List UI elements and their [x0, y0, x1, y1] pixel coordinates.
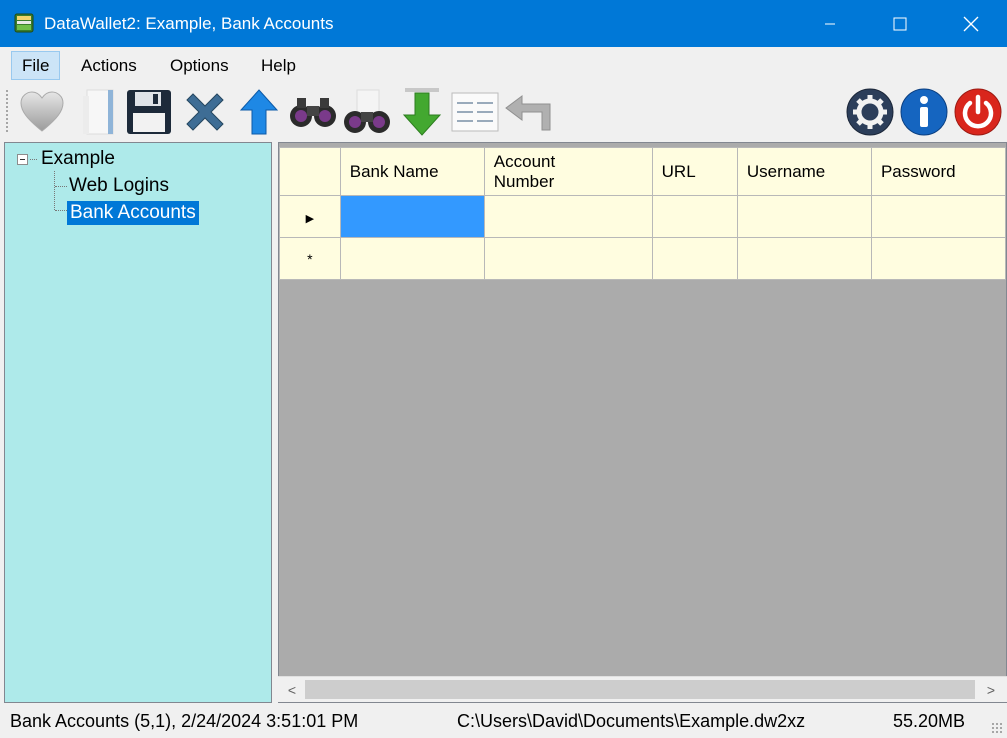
column-header-url[interactable]: URL — [651, 147, 738, 196]
resize-grip[interactable] — [991, 722, 1003, 734]
arrow-up-icon — [239, 89, 279, 135]
status-bar: Bank Accounts (5,1), 2/24/2024 3:51:01 P… — [0, 705, 1007, 738]
new-row-asterisk-icon: * — [307, 250, 313, 267]
title-bar[interactable]: DataWallet2: Example, Bank Accounts — [0, 0, 1007, 47]
column-header-password[interactable]: Password — [870, 147, 1006, 196]
move-up-button[interactable] — [234, 87, 284, 137]
new-document-button[interactable] — [72, 87, 122, 137]
datawallet-app-icon — [14, 13, 34, 33]
power-icon — [954, 88, 1002, 136]
binoculars-next-icon — [344, 89, 390, 133]
arrow-down-icon — [402, 88, 442, 136]
cell-account-number[interactable] — [483, 237, 653, 280]
status-file-path: C:\Users\David\Documents\Example.dw2xz — [457, 711, 806, 731]
cell-bank-name[interactable] — [339, 195, 485, 238]
cell-username[interactable] — [736, 195, 872, 238]
new-document-icon — [83, 89, 114, 135]
tree-node-example[interactable]: Example — [38, 147, 118, 171]
exit-button[interactable] — [953, 87, 1003, 137]
info-button[interactable] — [899, 87, 949, 137]
find-next-button[interactable] — [342, 87, 392, 137]
menu-help[interactable]: Help — [250, 51, 307, 80]
info-icon — [900, 88, 948, 136]
menu-actions[interactable]: Actions — [70, 51, 148, 80]
cell-bank-name[interactable] — [339, 237, 485, 280]
corner-header[interactable] — [279, 147, 341, 196]
cell-username[interactable] — [736, 237, 872, 280]
download-button[interactable] — [397, 87, 447, 137]
menu-file[interactable]: File — [11, 51, 61, 80]
heart-icon — [20, 91, 64, 132]
scroll-right-arrow[interactable]: > — [981, 681, 1001, 699]
maximize-button[interactable] — [865, 0, 935, 47]
cell-password[interactable] — [870, 237, 1006, 280]
binoculars-icon — [290, 98, 336, 127]
column-header-account-line1: Account — [493, 151, 556, 171]
category-tree[interactable]: Example Web Logins Bank Accounts — [4, 142, 272, 703]
toolbar — [0, 83, 1007, 140]
gear-icon — [846, 88, 894, 136]
settings-button[interactable] — [845, 87, 895, 137]
horizontal-scrollbar[interactable]: < > — [278, 676, 1007, 702]
data-grid[interactable]: Bank Name Account Number URL Username Pa… — [278, 142, 1007, 703]
tree-connector — [55, 210, 67, 211]
scroll-thumb[interactable] — [305, 680, 975, 699]
list-view-icon — [451, 92, 499, 132]
delete-x-icon — [186, 93, 224, 131]
cell-account-number[interactable] — [483, 195, 653, 238]
collapse-toggle[interactable] — [17, 154, 28, 165]
favorite-button[interactable] — [17, 87, 67, 137]
scroll-left-arrow[interactable]: < — [282, 681, 302, 699]
list-view-button[interactable] — [450, 87, 500, 137]
close-icon — [963, 16, 979, 31]
table-row: ▶ — [279, 195, 1006, 238]
maximize-icon — [893, 17, 907, 30]
delete-button[interactable] — [180, 87, 230, 137]
tree-node-bank-accounts[interactable]: Bank Accounts — [67, 201, 199, 225]
menu-options[interactable]: Options — [159, 51, 240, 80]
status-location: Bank Accounts (5,1), 2/24/2024 3:51:01 P… — [10, 711, 359, 731]
menu-bar: File Actions Options Help — [0, 47, 1007, 83]
row-header-current[interactable]: ▶ — [279, 195, 341, 238]
close-button[interactable] — [936, 0, 1006, 47]
column-header-username[interactable]: Username — [736, 147, 872, 196]
undo-button[interactable] — [503, 87, 553, 137]
header-row: Bank Name Account Number URL Username Pa… — [279, 147, 1006, 196]
cell-url[interactable] — [651, 237, 738, 280]
minimize-button[interactable] — [795, 0, 865, 47]
tree-node-web-logins[interactable]: Web Logins — [66, 174, 172, 198]
grid-table: Bank Name Account Number URL Username Pa… — [279, 147, 1006, 280]
current-row-arrow-icon: ▶ — [305, 212, 315, 225]
column-header-account-line2: Number — [493, 171, 555, 191]
cell-url[interactable] — [651, 195, 738, 238]
save-button[interactable] — [124, 87, 174, 137]
row-header-new[interactable]: * — [279, 237, 341, 280]
tree-connector — [30, 159, 37, 160]
minimize-icon — [825, 23, 835, 24]
table-row-new: * — [279, 237, 1006, 280]
status-file-size: 55.20MB — [893, 711, 966, 731]
window-title: DataWallet2: Example, Bank Accounts — [44, 14, 334, 33]
cell-password[interactable] — [870, 195, 1006, 238]
undo-arrow-icon — [505, 95, 551, 131]
find-button[interactable] — [288, 87, 338, 137]
tree-connector — [54, 171, 55, 210]
column-header-bank-name[interactable]: Bank Name — [339, 147, 485, 196]
toolbar-grip[interactable] — [5, 89, 9, 133]
floppy-save-icon — [127, 90, 171, 134]
column-header-account-number[interactable]: Account Number — [483, 147, 653, 196]
